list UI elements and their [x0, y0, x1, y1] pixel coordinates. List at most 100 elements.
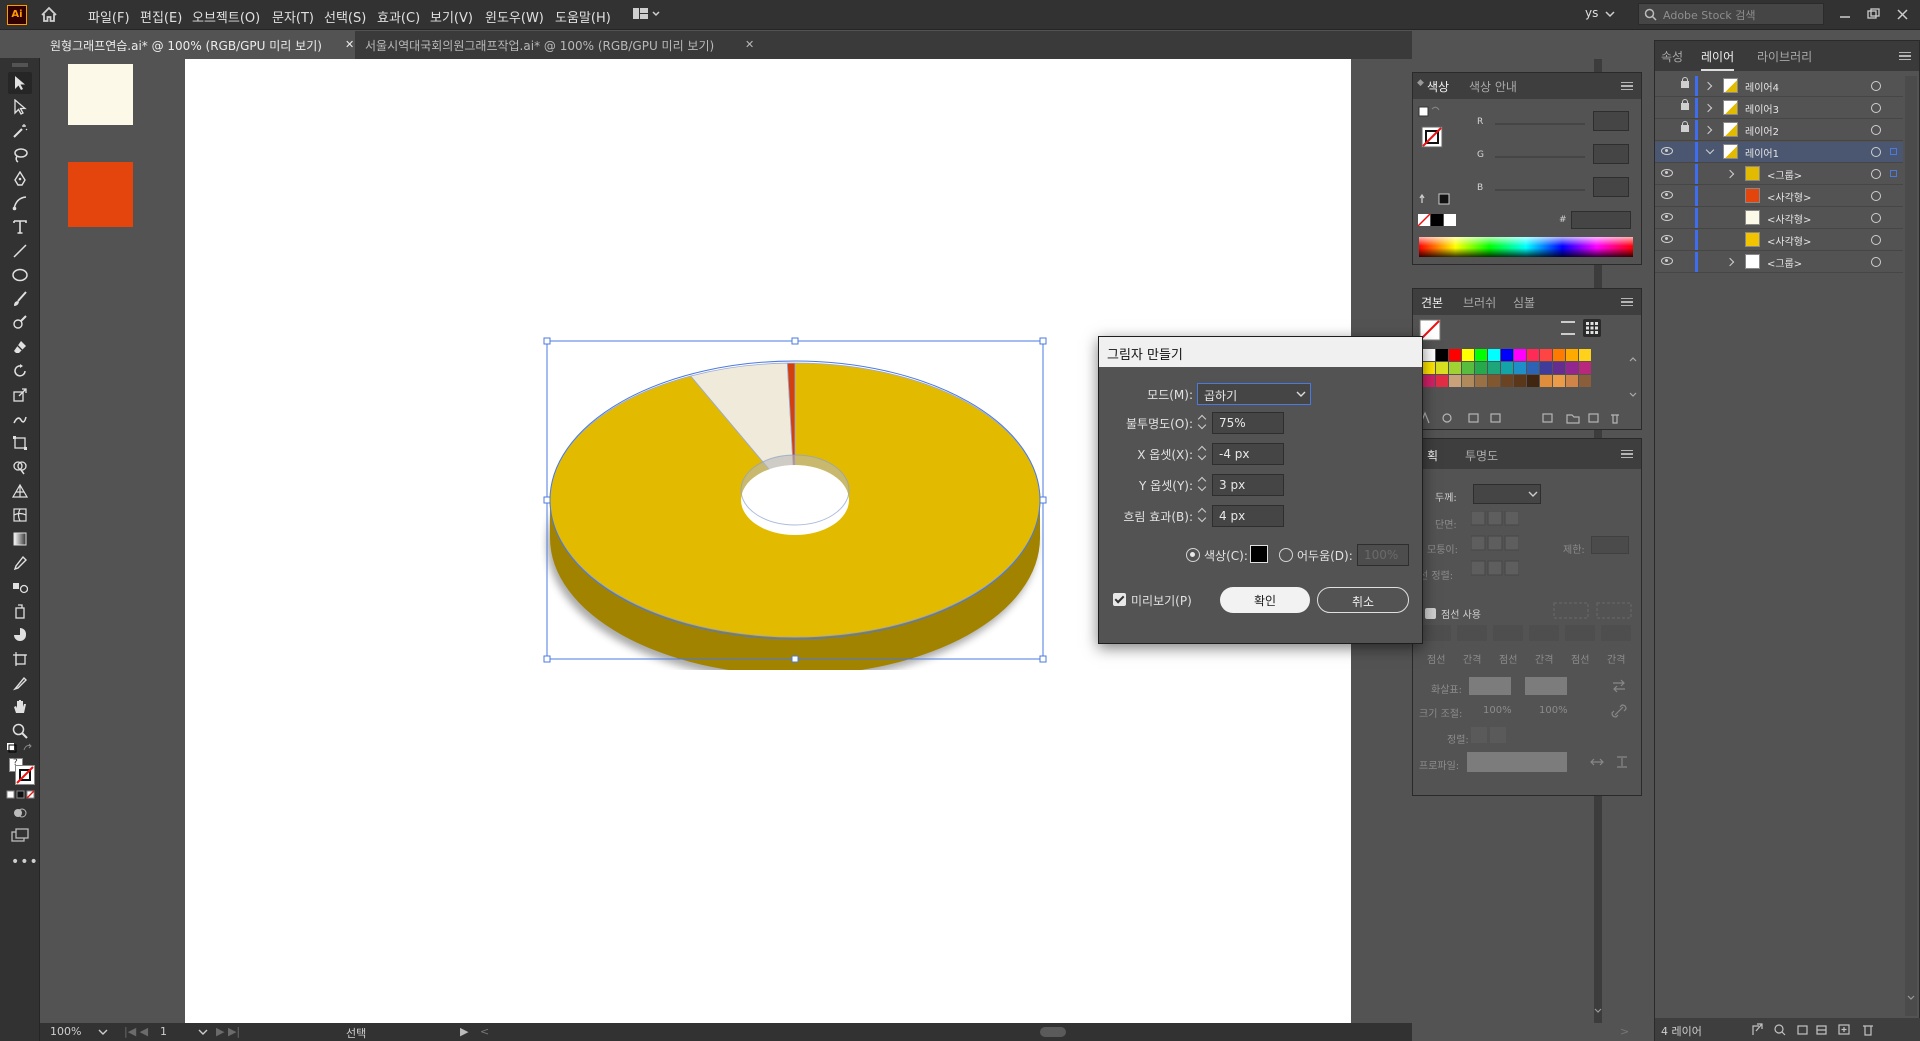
warp-tool[interactable] — [8, 408, 32, 430]
menu-effect[interactable]: 효과(C) — [377, 7, 420, 26]
swatch[interactable] — [1566, 349, 1578, 361]
swap-none-icons[interactable] — [1419, 191, 1453, 205]
mode-select[interactable]: 곱하기 — [1197, 383, 1311, 405]
link-scale-icon[interactable] — [1611, 703, 1627, 719]
restore-icon[interactable] — [1867, 10, 1877, 19]
eyedropper-tool[interactable] — [8, 552, 32, 574]
tab-brushes[interactable]: 브러쉬 — [1463, 294, 1496, 311]
hand-tool[interactable] — [8, 696, 32, 718]
layers-scrollbar[interactable] — [1905, 76, 1917, 1016]
swatch[interactable] — [1566, 362, 1578, 374]
layer-row[interactable]: 레이어4 — [1655, 76, 1903, 97]
rotate-tool[interactable] — [8, 360, 32, 382]
layer-row[interactable]: <사각형> — [1655, 230, 1903, 251]
x-offset-input[interactable]: -4 px — [1212, 443, 1284, 465]
chevron-right-icon[interactable] — [1703, 103, 1713, 113]
artboard-tool[interactable] — [8, 648, 32, 670]
last-artboard-icon[interactable]: ▶ ▶| — [216, 1025, 240, 1038]
menu-select[interactable]: 선택(S) — [324, 7, 366, 26]
tab-document-2[interactable]: 서울시역대국회의원그래프작업.ai* @ 100% (RGB/GPU 미리 보기… — [355, 31, 755, 59]
scroll-left-icon[interactable]: < — [480, 1025, 489, 1038]
column-graph-tool[interactable] — [8, 624, 32, 646]
gradient-tool[interactable] — [8, 528, 32, 550]
swap-arrows-icon[interactable] — [1611, 679, 1627, 693]
swatch[interactable] — [1488, 349, 1500, 361]
collapse-icon[interactable]: ◆ — [1417, 78, 1424, 88]
symbol-sprayer-tool[interactable] — [8, 600, 32, 622]
layer-row[interactable]: <그룹> — [1655, 252, 1903, 273]
ok-button[interactable]: 확인 — [1220, 587, 1310, 613]
panel-menu-icon[interactable] — [1621, 298, 1633, 306]
tab-stroke[interactable]: 획 — [1427, 447, 1438, 464]
donut-chart-3d[interactable] — [540, 330, 1050, 670]
tab-symbols[interactable]: 심볼 — [1513, 294, 1535, 311]
tab-layers[interactable]: 레이어 — [1701, 48, 1735, 71]
opacity-input[interactable]: 75% — [1212, 412, 1284, 434]
swatch[interactable] — [1514, 349, 1526, 361]
tab-transparency[interactable]: 투명도 — [1465, 447, 1498, 464]
x-offset-stepper[interactable] — [1198, 443, 1208, 463]
chevron-down-icon[interactable] — [198, 1029, 208, 1036]
target-icon[interactable] — [1871, 125, 1881, 135]
swatch[interactable] — [1514, 362, 1526, 374]
tab-properties[interactable]: 속성 — [1661, 48, 1683, 65]
stroke-color-icon[interactable] — [15, 765, 35, 785]
flip-profile-icons[interactable] — [1589, 755, 1631, 769]
swatch[interactable] — [1566, 375, 1578, 387]
swatch[interactable] — [1436, 349, 1448, 361]
swatch[interactable] — [1462, 349, 1474, 361]
b-value-input[interactable] — [1593, 177, 1629, 197]
swatch[interactable] — [1436, 362, 1448, 374]
shadow-color-swatch[interactable] — [1250, 545, 1268, 563]
swatch[interactable] — [1462, 362, 1474, 374]
perspective-grid-tool[interactable] — [8, 480, 32, 502]
scale-start-value[interactable]: 100% — [1483, 705, 1512, 716]
lock-icon[interactable] — [1681, 121, 1689, 132]
swatch[interactable] — [1423, 362, 1435, 374]
home-icon[interactable] — [40, 6, 58, 23]
dashed-line-checkbox[interactable] — [1425, 608, 1436, 619]
target-icon[interactable] — [1871, 103, 1881, 113]
curvature-tool[interactable] — [8, 192, 32, 214]
swatch[interactable] — [1553, 375, 1565, 387]
zoom-tool[interactable] — [8, 720, 32, 742]
lasso-tool[interactable] — [8, 144, 32, 166]
slice-tool[interactable] — [8, 672, 32, 694]
artboard-number[interactable]: 1 — [160, 1025, 167, 1038]
chevron-down-icon[interactable] — [1705, 145, 1715, 155]
ellipse-tool[interactable] — [8, 264, 32, 286]
swatch-actions[interactable] — [1419, 411, 1629, 425]
cancel-button[interactable]: 취소 — [1317, 587, 1409, 613]
swatch[interactable] — [1423, 375, 1435, 387]
swatch[interactable] — [1449, 349, 1461, 361]
panel-menu-icon[interactable] — [1621, 450, 1633, 458]
r-slider[interactable] — [1495, 123, 1585, 125]
selection-indicator[interactable] — [1890, 170, 1897, 177]
chevron-down-icon[interactable] — [1605, 10, 1615, 18]
workspace-switcher-icon[interactable] — [632, 7, 662, 21]
tab-color-guide[interactable]: 색상 안내 — [1469, 78, 1517, 95]
chevron-right-icon[interactable] — [1703, 125, 1713, 135]
eye-icon[interactable] — [1661, 169, 1673, 177]
swatch-scrollbar[interactable] — [1629, 357, 1637, 397]
stock-search-input[interactable]: Adobe Stock 검색 — [1638, 3, 1824, 25]
g-slider[interactable] — [1495, 156, 1585, 158]
chevron-down-icon[interactable] — [1594, 1007, 1602, 1015]
swatch[interactable] — [1553, 349, 1565, 361]
horizontal-scrollbar-thumb[interactable] — [1040, 1027, 1066, 1037]
swatch[interactable] — [1527, 362, 1539, 374]
swatch[interactable] — [1436, 375, 1448, 387]
opacity-stepper[interactable] — [1198, 412, 1208, 432]
scale-end-value[interactable]: 100% — [1539, 705, 1568, 716]
blur-stepper[interactable] — [1198, 505, 1208, 525]
cream-swatch-rectangle[interactable] — [68, 64, 133, 125]
swatch[interactable] — [1462, 375, 1474, 387]
menu-object[interactable]: 오브젝트(O) — [192, 7, 260, 26]
color-mode-icons[interactable] — [6, 790, 36, 800]
selection-indicator[interactable] — [1890, 148, 1897, 155]
status-menu-icon[interactable]: ▶ — [460, 1025, 468, 1038]
color-spectrum[interactable] — [1419, 237, 1633, 257]
swatch[interactable] — [1488, 362, 1500, 374]
line-tool[interactable] — [8, 240, 32, 262]
y-offset-stepper[interactable] — [1198, 474, 1208, 494]
